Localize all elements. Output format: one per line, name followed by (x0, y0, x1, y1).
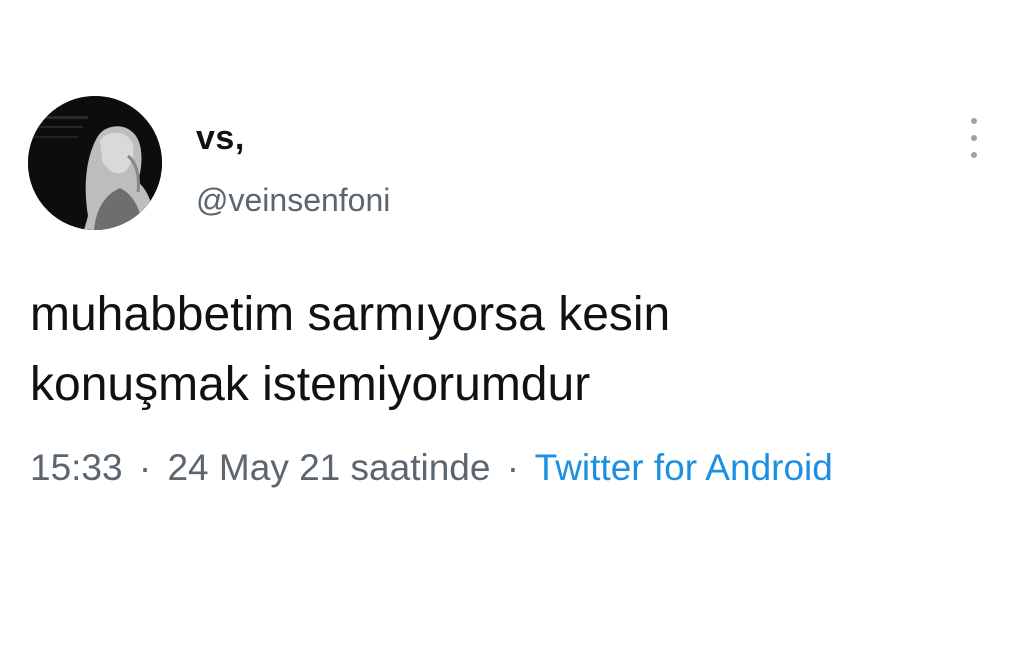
tweet-text-line: konuşmak istemiyorumdur (30, 358, 591, 411)
tweet-meta: 15:33 · 24 May 21 saatinde · Twitter for… (30, 440, 833, 496)
avatar[interactable] (28, 96, 162, 230)
display-name[interactable]: vs, (196, 118, 245, 158)
tweet-text-line: muhabbetim sarmıyorsa kesin (30, 288, 671, 341)
tweet-source-link[interactable]: Twitter for Android (535, 447, 833, 488)
tweet-card: vs, @veinsenfoni muhabbetim sarmıyorsa k… (0, 0, 1024, 650)
tweet-text: muhabbetim sarmıyorsa kesin konuşmak ist… (30, 280, 990, 420)
more-vertical-icon-dot (971, 135, 977, 141)
tweet-date[interactable]: 24 May 21 saatinde (167, 447, 490, 488)
separator: · (138, 447, 152, 488)
more-options-button[interactable] (962, 118, 986, 158)
more-vertical-icon-dot (971, 152, 977, 158)
tweet-time[interactable]: 15:33 (30, 447, 123, 488)
more-vertical-icon (971, 118, 977, 124)
separator: · (506, 447, 520, 488)
user-handle[interactable]: @veinsenfoni (196, 180, 390, 220)
profile-photo-icon (28, 96, 162, 230)
